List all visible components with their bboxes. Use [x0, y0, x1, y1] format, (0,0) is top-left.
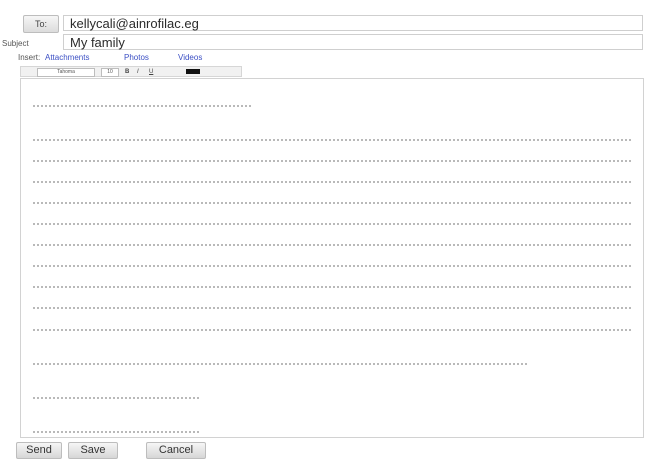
body-text-line	[33, 202, 631, 204]
body-text-line	[33, 223, 631, 225]
body-text-line	[33, 160, 631, 162]
subject-label: Subject	[2, 39, 29, 48]
bold-button[interactable]: B	[125, 68, 129, 76]
underline-button[interactable]: U	[149, 68, 153, 76]
insert-label: Insert:	[18, 53, 41, 62]
body-text-line	[33, 139, 631, 141]
insert-photos-link[interactable]: Photos	[124, 53, 149, 62]
format-toolbar: Tahoma 10 B I U	[20, 66, 242, 77]
message-body[interactable]	[20, 78, 644, 438]
body-text-line	[33, 363, 529, 365]
insert-attachments-link[interactable]: Attachments	[45, 53, 89, 62]
subject-field[interactable]: My family	[63, 34, 643, 50]
send-button[interactable]: Send	[16, 442, 62, 459]
to-field[interactable]: kellycali@ainrofilac.eg	[63, 15, 643, 31]
body-text-line	[33, 265, 631, 267]
body-text-line	[33, 244, 631, 246]
insert-videos-link[interactable]: Videos	[178, 53, 202, 62]
body-text-line	[33, 329, 631, 331]
to-button[interactable]: To:	[23, 15, 59, 33]
save-button[interactable]: Save	[68, 442, 118, 459]
body-text-line	[33, 307, 631, 309]
font-size-select[interactable]: 10	[101, 68, 119, 77]
italic-button[interactable]: I	[137, 68, 139, 76]
body-text-line	[33, 397, 201, 399]
body-text-line	[33, 181, 631, 183]
body-text-line	[33, 286, 631, 288]
font-select[interactable]: Tahoma	[37, 68, 95, 77]
text-color-swatch[interactable]	[186, 69, 200, 74]
body-text-line	[33, 105, 253, 107]
body-text-line	[33, 431, 201, 433]
cancel-button[interactable]: Cancel	[146, 442, 206, 459]
